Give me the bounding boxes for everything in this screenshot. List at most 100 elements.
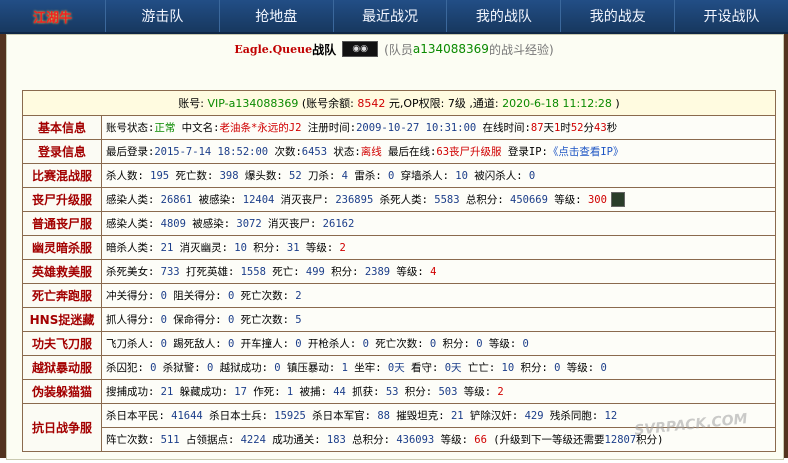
stat-text: 被感染:: [185, 218, 231, 230]
stat-text: 冲关得分:: [106, 290, 155, 302]
stat-text: 搜捕成功:: [106, 386, 155, 398]
row-content: 搜捕成功: 21 躲藏成功: 17 作死: 1 被捕: 44 抓获: 53 积分…: [101, 379, 776, 404]
row-label[interactable]: HNS捉迷藏: [22, 307, 102, 332]
nav-item-create-team[interactable]: 开设战队: [674, 0, 788, 32]
account-summary-row: 账号: VIP-a134088369 (账号余额: 8542 元,OP权限: 7…: [22, 90, 776, 116]
row-label[interactable]: 死亡奔跑服: [22, 283, 102, 308]
stat-text: 等级:: [547, 193, 582, 206]
stat-text: 成功通关:: [265, 434, 321, 446]
stat-text: 398: [213, 170, 239, 182]
row-label[interactable]: 抗日战争服: [22, 403, 102, 452]
stat-text: 5: [288, 314, 302, 326]
stat-text: 66: [467, 434, 487, 446]
row-label[interactable]: 登录信息: [22, 139, 102, 164]
stat-text: 感染人类:: [106, 218, 155, 230]
stat-text: 杀日本军官:: [305, 410, 372, 422]
op-label: 元,OP权限:: [388, 97, 445, 110]
stat-text: 保命得分:: [166, 314, 222, 326]
stat-text: 17: [227, 386, 247, 398]
stat-text: 阵亡次数:: [106, 434, 155, 446]
row-content: 杀人数: 195 死亡数: 398 爆头数: 52 刀杀: 4 雷杀: 0 穿墙…: [101, 163, 776, 188]
row-content: 阵亡次数: 511 占领据点: 4224 成功通关: 183 总积分: 4360…: [101, 427, 776, 452]
stat-text: 积分:: [514, 362, 548, 374]
stat-text: 0: [522, 170, 536, 182]
stat-text: 老油条*永远的J2: [219, 122, 302, 134]
stat-text: 雷杀:: [348, 170, 382, 182]
balance-label: (账号余额:: [301, 97, 354, 110]
stat-text: 0: [288, 338, 302, 350]
stat-text: 作死:: [246, 386, 281, 398]
stat-text: 杀日本平民:: [106, 410, 165, 422]
row-label[interactable]: 幽灵暗杀服: [22, 235, 102, 260]
row-label[interactable]: 伪装躲猫猫: [22, 379, 102, 404]
stat-text: 2: [333, 242, 346, 254]
nav-item-my-team[interactable]: 我的战队: [446, 0, 560, 32]
stat-text: 最后在线:: [381, 146, 437, 158]
row-content: 杀囚犯: 0 杀狱警: 0 越狱成功: 0 镇压暴动: 1 坐牢: 0天 看守:…: [101, 355, 776, 380]
stat-text: 杀死人类:: [373, 193, 428, 206]
row-label[interactable]: 丧尸升级服: [22, 187, 102, 212]
nav-item-territory[interactable]: 抢地盘: [218, 0, 333, 32]
stat-text: 感染人类:: [106, 193, 155, 206]
nav-item-my-teammates[interactable]: 我的战友: [560, 0, 674, 32]
view-ip-link[interactable]: 《点击查看IP》: [548, 146, 624, 158]
row-content: 最后登录:2015-7-14 18:52:00 次数:6453 状态:离线 最后…: [101, 139, 776, 164]
stats-row: 功夫飞刀服 飞刀杀人: 0 踢死敌人: 0 开车撞人: 0 开枪杀人: 0 死亡次…: [22, 331, 776, 356]
stat-text: 0: [469, 338, 483, 350]
stat-text: 87: [530, 122, 544, 134]
nav-item-guerrilla[interactable]: 游击队: [105, 0, 219, 32]
stat-text: 被感染:: [192, 193, 237, 206]
op-value: 7级: [447, 97, 466, 110]
account-summary: 账号: VIP-a134088369 (账号余额: 8542 元,OP权限: 7…: [22, 90, 776, 116]
stat-text: 21: [444, 410, 464, 422]
stat-text: 等级:: [482, 338, 517, 350]
row-label[interactable]: 英雄救美服: [22, 259, 102, 284]
stats-row: 幽灵暗杀服 暗杀人类: 21 消灭幽灵: 10 积分: 31 等级: 2: [22, 235, 776, 260]
stat-text: 在线时间:: [476, 122, 531, 134]
stat-text: 飞刀杀人:: [106, 338, 155, 350]
stat-text: 4809: [154, 218, 186, 230]
stat-text: 53: [379, 386, 399, 398]
row-label[interactable]: 越狱暴动服: [22, 355, 102, 380]
account-value: VIP-a134088369: [207, 97, 299, 110]
stat-text: 消灭丧尸:: [261, 218, 317, 230]
row-content: 暗杀人类: 21 消灭幽灵: 10 积分: 31 等级: 2: [101, 235, 776, 260]
stat-text: 镇压暴动:: [280, 362, 336, 374]
stat-text: 死亡:: [265, 266, 300, 278]
stat-text: 450669: [503, 193, 548, 206]
stat-text: 占领据点:: [179, 434, 235, 446]
stat-text: 暗杀人类:: [106, 242, 155, 254]
stat-text: 10: [495, 362, 515, 374]
stat-text: 账号状态:: [106, 122, 155, 134]
team-name[interactable]: Eagle.Queue: [234, 43, 312, 56]
stat-text: 开枪杀人:: [301, 338, 357, 350]
row-label[interactable]: 普通丧尸服: [22, 211, 102, 236]
summary-close: ): [615, 97, 620, 110]
stat-text: 41644: [164, 410, 203, 422]
stat-text: 0: [267, 362, 281, 374]
stats-row: 基本信息 账号状态:正常 中文名:老油条*永远的J2 注册时间:2009-10-2…: [22, 115, 776, 140]
nav-item-recent-battles[interactable]: 最近战况: [332, 0, 447, 32]
stat-text: 天: [543, 122, 555, 134]
stat-text: 杀囚犯:: [106, 362, 144, 374]
stat-text: 躲藏成功:: [173, 386, 228, 398]
stat-text: 12: [598, 410, 618, 422]
stat-text: 503: [432, 386, 458, 398]
stat-text: 积分): [636, 434, 664, 446]
stat-text: 积分:: [398, 386, 433, 398]
stat-text: 52: [570, 122, 584, 134]
row-label[interactable]: 基本信息: [22, 115, 102, 140]
stat-text: 离线: [360, 146, 382, 158]
stat-text: 0: [381, 170, 395, 182]
stat-text: 杀死美女:: [106, 266, 155, 278]
row-label[interactable]: 比赛混战服: [22, 163, 102, 188]
row-label[interactable]: 功夫飞刀服: [22, 331, 102, 356]
stats-rows: 基本信息 账号状态:正常 中文名:老油条*永远的J2 注册时间:2009-10-2…: [22, 115, 776, 452]
stat-text: 63丧尸升级服: [436, 146, 502, 158]
stat-text: 越狱成功:: [213, 362, 268, 374]
stat-text: 刀杀:: [301, 170, 336, 182]
site-logo[interactable]: 江湖牛: [0, 0, 105, 32]
stat-text: 秒: [606, 122, 618, 134]
stat-text: 4: [423, 266, 437, 278]
stat-text: 183: [320, 434, 346, 446]
